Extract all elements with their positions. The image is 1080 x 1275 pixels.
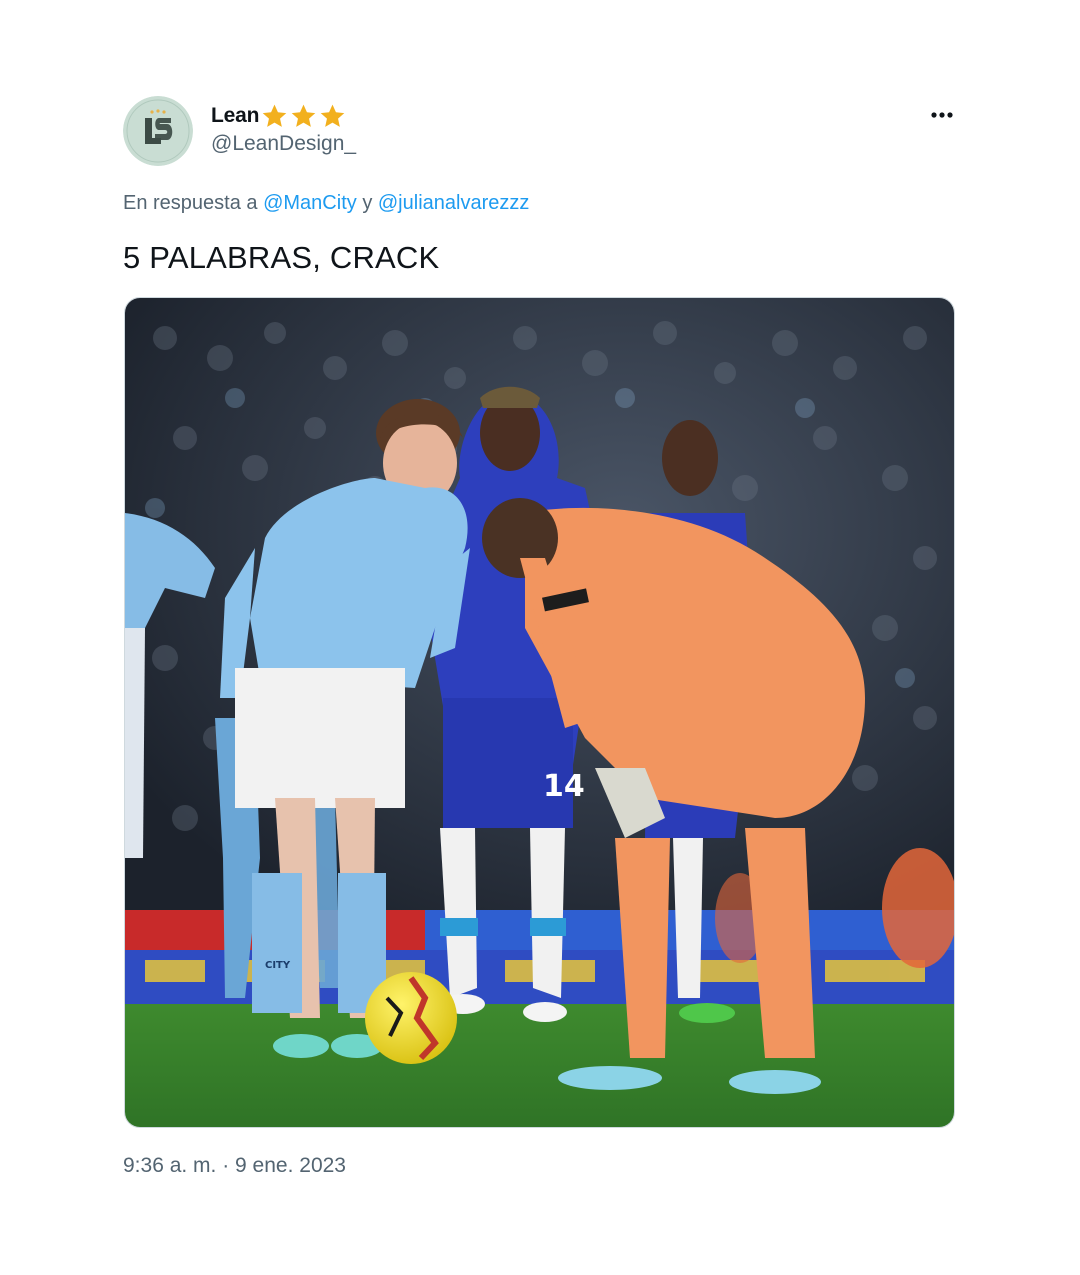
star-icon [320, 104, 345, 127]
user-handle[interactable]: @LeanDesign_ [211, 132, 356, 156]
tweet-text: 5 PALABRAS, CRACK [123, 240, 440, 275]
display-name[interactable]: Lean [211, 104, 259, 128]
star-icon [262, 104, 287, 127]
ls-monogram-logo-icon [123, 96, 193, 166]
tweet-photo[interactable]: 14 CITY [124, 297, 955, 1128]
star-icon [291, 104, 316, 127]
reply-context: En respuesta a @ManCity y @julianalvarez… [123, 192, 529, 215]
tweet-card: Lean @LeanDesign_ En respuesta a @ManCit… [0, 0, 1080, 1275]
jersey-number: 14 [543, 769, 585, 804]
reply-conjunction: y [362, 192, 373, 214]
football-photo-image: 14 CITY [125, 298, 954, 1127]
mention-link-julianalvarezzz[interactable]: @julianalvarezzz [378, 192, 529, 214]
author-block: Lean @LeanDesign_ [211, 101, 356, 156]
tweet-timestamp[interactable]: 9:36 a. m. · 9 ene. 2023 [123, 1154, 346, 1178]
author-name-row: Lean [211, 101, 356, 131]
sock-text: CITY [265, 960, 291, 971]
avatar[interactable] [123, 96, 193, 166]
more-options-button[interactable] [926, 101, 958, 129]
badge-stars [260, 102, 347, 131]
reply-prefix: En respuesta a [123, 192, 258, 214]
mention-link-mancity[interactable]: @ManCity [263, 192, 357, 214]
more-horizontal-icon [931, 112, 953, 118]
